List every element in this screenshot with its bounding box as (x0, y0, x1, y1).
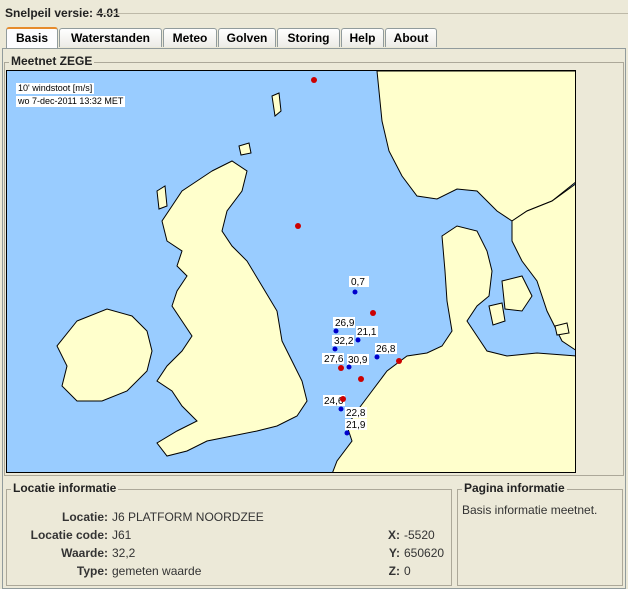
type-label: Type: (76, 564, 108, 578)
station-4[interactable]: 26,8 (374, 343, 398, 360)
land-hebrides (156, 185, 168, 210)
z-label: Z: (388, 564, 400, 578)
station-marker (295, 223, 301, 229)
tab-basis[interactable]: Basis (6, 27, 58, 48)
svg-text:27,6: 27,6 (324, 354, 344, 365)
svg-text:22,8: 22,8 (346, 408, 366, 419)
z-value: 0 (404, 564, 411, 578)
land-ireland (56, 308, 153, 402)
waarde-value: 32,2 (112, 546, 136, 560)
tab-meteo[interactable]: Meteo (163, 28, 217, 47)
tab-storing-label: Storing (287, 31, 330, 45)
tab-basis-label: Basis (15, 31, 49, 45)
type-value: gemeten waarde (112, 564, 202, 578)
waarde-label: Waarde: (61, 546, 108, 560)
svg-text:21,9: 21,9 (346, 420, 366, 431)
station-0[interactable]: 0,7 (349, 276, 369, 295)
station-2[interactable]: 21,1 (355, 326, 379, 343)
title-rule (96, 13, 628, 14)
tab-waterstanden-label: Waterstanden (71, 31, 150, 45)
land-great-britain (156, 160, 308, 457)
station-3[interactable]: 32,2 (332, 335, 354, 352)
map-legend-variable: 10' windstoot [m/s] (16, 83, 95, 94)
tab-storing[interactable]: Storing (277, 28, 340, 47)
station-6[interactable]: 30,9 (346, 354, 370, 370)
svg-text:0,7: 0,7 (351, 277, 365, 288)
station-7[interactable]: 24,6 (323, 395, 346, 407)
station-marker (358, 376, 364, 382)
land-funen (488, 302, 506, 326)
tab-help[interactable]: Help (341, 28, 384, 47)
map-legend-timestamp: wo 7-dec-2011 13:32 MET (16, 96, 126, 107)
map-svg: 0,7 26,9 21,1 32,2 26,8 27,6 30,9 24,6 2… (56, 71, 575, 472)
locatie-code-value: J61 (112, 528, 132, 542)
tab-golven-label: Golven (226, 31, 268, 45)
svg-text:26,9: 26,9 (335, 318, 355, 329)
tab-bar: Basis Waterstanden Meteo Golven Storing … (4, 27, 628, 49)
y-label: Y: (388, 546, 400, 560)
svg-text:21,1: 21,1 (357, 327, 377, 338)
tab-golven[interactable]: Golven (218, 28, 276, 47)
x-label: X: (388, 528, 400, 542)
station-map[interactable]: 0,7 26,9 21,1 32,2 26,8 27,6 30,9 24,6 2… (6, 70, 576, 473)
locatie-label: Locatie: (61, 510, 108, 524)
station-5[interactable]: 27,6 (322, 353, 344, 371)
locatie-code-label: Locatie code: (30, 528, 108, 542)
pagina-group-title: Pagina informatie (462, 481, 567, 495)
pagina-text: Basis informatie meetnet. (462, 503, 598, 517)
station-marker (311, 77, 317, 83)
station-marker (396, 358, 402, 364)
locatie-value: J6 PLATFORM NOORDZEE (112, 510, 264, 524)
svg-text:32,2: 32,2 (334, 336, 354, 347)
locatie-group-title: Locatie informatie (11, 481, 119, 495)
station-marker (370, 310, 376, 316)
land-shetland (271, 92, 282, 117)
station-8[interactable]: 22,8 (338, 406, 368, 420)
station-1[interactable]: 26,9 (333, 317, 355, 334)
land-orkney (238, 142, 252, 156)
land-norway (376, 71, 575, 222)
meetnet-group-title: Meetnet ZEGE (9, 54, 95, 68)
title-bar: Snelpeil versie: 4.01 (0, 0, 628, 26)
tab-about-label: About (393, 31, 429, 45)
tab-waterstanden[interactable]: Waterstanden (59, 28, 162, 47)
tab-about[interactable]: About (385, 28, 437, 47)
tab-meteo-label: Meteo (172, 31, 208, 45)
x-value: -5520 (404, 528, 435, 542)
y-value: 650620 (404, 546, 445, 560)
svg-text:30,9: 30,9 (348, 355, 368, 366)
tab-help-label: Help (349, 31, 376, 45)
svg-text:26,8: 26,8 (376, 344, 396, 355)
land-zealand (501, 275, 533, 312)
